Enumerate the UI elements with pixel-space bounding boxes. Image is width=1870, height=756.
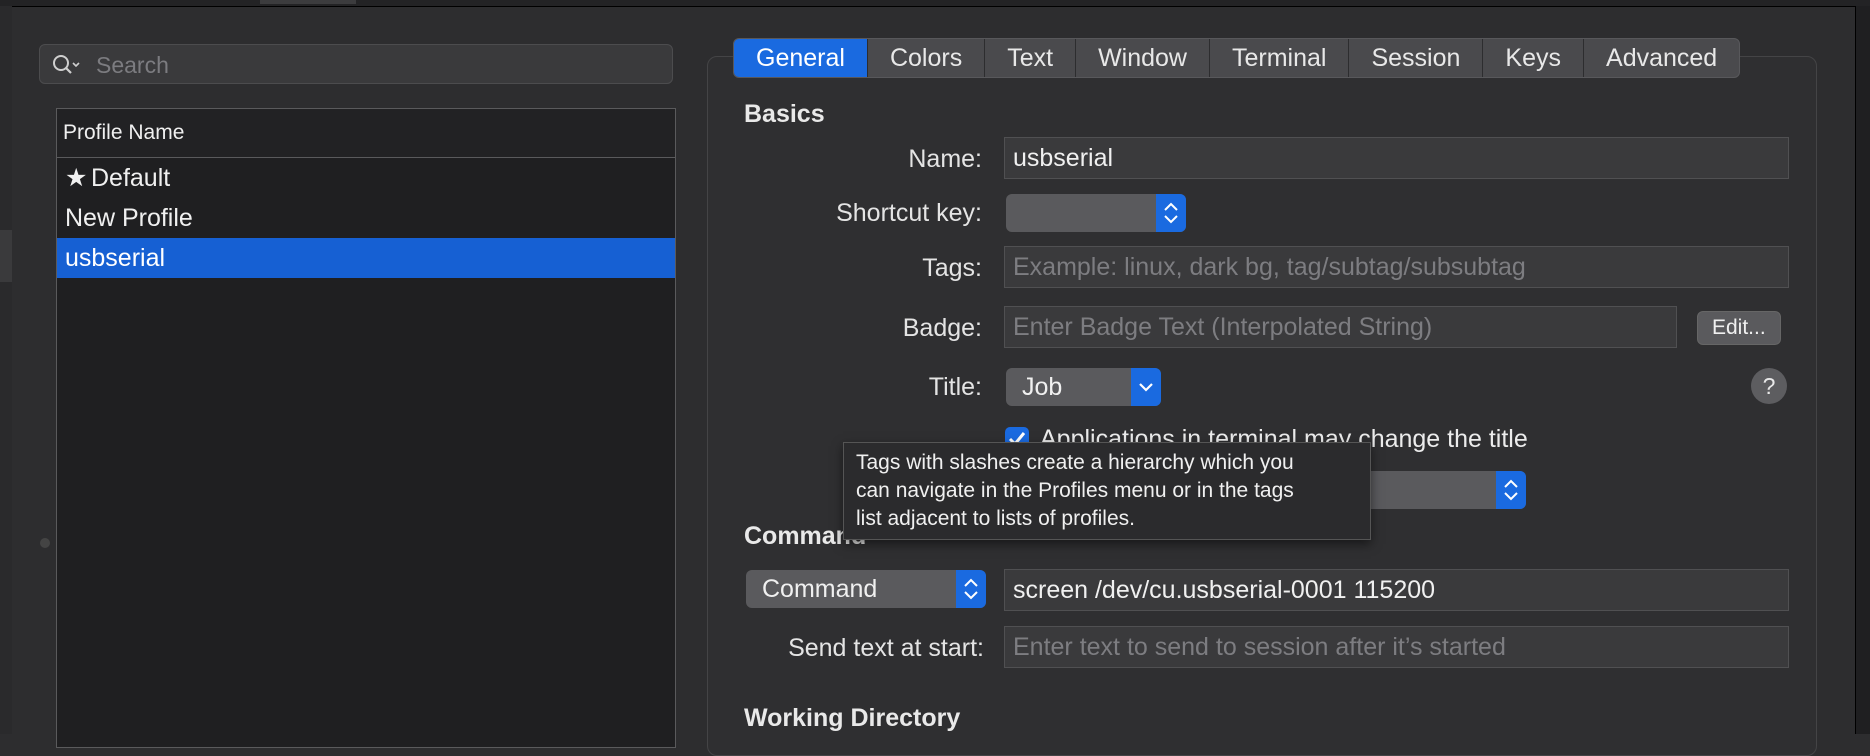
search-field[interactable] xyxy=(39,44,673,84)
tags-label: Tags: xyxy=(922,254,982,282)
tooltip-line: Tags with slashes create a hierarchy whi… xyxy=(856,451,1294,474)
profile-row-usbserial[interactable]: usbserial xyxy=(57,238,675,278)
working-directory-heading: Working Directory xyxy=(744,704,961,732)
send-text-field[interactable]: Enter text to send to session after it’s… xyxy=(1004,626,1789,668)
tab-colors[interactable]: Colors xyxy=(868,39,986,77)
command-field[interactable]: screen /dev/cu.usbserial-0001 115200 xyxy=(1004,569,1789,611)
tags-field[interactable]: Example: linux, dark bg, tag/subtag/subs… xyxy=(1004,246,1789,288)
chevron-down-icon xyxy=(1131,368,1161,406)
splitter-handle[interactable] xyxy=(40,538,50,548)
badge-field[interactable]: Enter Badge Text (Interpolated String) xyxy=(1004,306,1677,348)
shortcut-key-label: Shortcut key: xyxy=(836,199,982,227)
title-value: Job xyxy=(1022,373,1063,401)
profile-label: usbserial xyxy=(65,244,166,272)
badge-edit-button[interactable]: Edit... xyxy=(1697,311,1781,345)
send-text-label: Send text at start: xyxy=(788,634,984,662)
tab-keys[interactable]: Keys xyxy=(1483,39,1585,77)
command-mode-value: Command xyxy=(762,575,878,603)
star-icon: ★ xyxy=(65,164,88,192)
name-label: Name: xyxy=(908,145,982,173)
basics-heading: Basics xyxy=(744,100,825,128)
profile-row-default[interactable]: ★ Default xyxy=(57,158,675,198)
tooltip-line: can navigate in the Profiles menu or in … xyxy=(856,479,1294,502)
tab-window[interactable]: Window xyxy=(1076,39,1210,77)
top-tab-indicator xyxy=(260,0,356,4)
profile-label: New Profile xyxy=(65,204,193,232)
updown-arrows-icon xyxy=(1496,471,1526,509)
left-edge-panel xyxy=(0,6,12,734)
title-label: Title: xyxy=(928,373,982,401)
search-input[interactable] xyxy=(94,49,658,81)
badge-label: Badge: xyxy=(902,314,982,342)
updown-arrows-icon xyxy=(1156,194,1186,232)
right-scrollbar[interactable] xyxy=(1855,6,1870,734)
name-field[interactable]: usbserial xyxy=(1004,137,1789,179)
tab-general[interactable]: General xyxy=(734,39,868,77)
tab-text[interactable]: Text xyxy=(985,39,1077,77)
updown-arrows-icon xyxy=(956,570,986,608)
left-edge-selection xyxy=(0,230,12,282)
settings-tabs: General Colors Text Window Terminal Sess… xyxy=(733,38,1741,78)
profile-list-header[interactable]: Profile Name xyxy=(57,109,675,158)
profile-list[interactable]: Profile Name ★ Default New Profile usbser… xyxy=(56,108,676,748)
window-top-strip xyxy=(0,0,1870,7)
tab-terminal[interactable]: Terminal xyxy=(1210,39,1350,77)
shortcut-key-popup[interactable] xyxy=(1006,194,1186,232)
profile-label: Default xyxy=(91,164,171,192)
tab-advanced[interactable]: Advanced xyxy=(1584,39,1739,77)
tooltip-line: list adjacent to lists of profiles. xyxy=(856,507,1135,530)
search-icon xyxy=(53,55,80,74)
tab-session[interactable]: Session xyxy=(1349,39,1484,77)
command-mode-popup[interactable]: Command xyxy=(746,570,986,608)
profile-row-new-profile[interactable]: New Profile xyxy=(57,198,675,238)
help-button[interactable]: ? xyxy=(1751,368,1787,404)
title-popup[interactable]: Job xyxy=(1006,368,1161,406)
tags-tooltip: Tags with slashes create a hierarchy whi… xyxy=(843,442,1371,540)
